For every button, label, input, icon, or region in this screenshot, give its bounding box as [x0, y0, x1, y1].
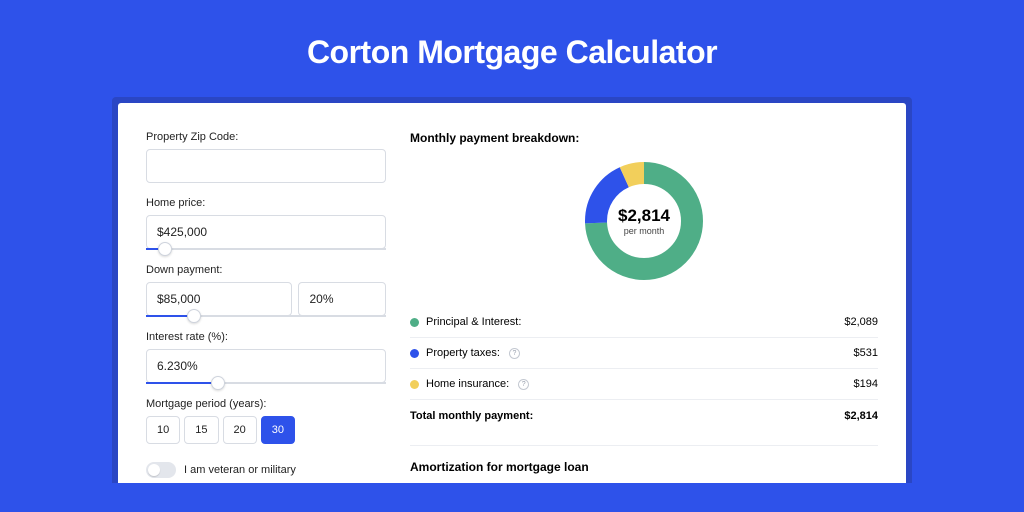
veteran-toggle[interactable] — [146, 462, 176, 478]
legend-label: Principal & Interest: — [426, 316, 521, 328]
home-price-slider[interactable] — [146, 248, 386, 250]
period-field: Mortgage period (years): 10152030 — [146, 398, 386, 444]
down-payment-pct-input[interactable] — [298, 282, 386, 316]
zip-label: Property Zip Code: — [146, 131, 386, 143]
period-options: 10152030 — [146, 416, 386, 444]
donut-center-value: $2,814 — [618, 206, 670, 226]
slider-thumb[interactable] — [158, 242, 172, 256]
breakdown-title: Monthly payment breakdown: — [410, 131, 878, 145]
total-row: Total monthly payment: $2,814 — [410, 399, 878, 431]
home-price-field: Home price: — [146, 197, 386, 250]
down-payment-slider[interactable] — [146, 315, 386, 317]
slider-thumb[interactable] — [211, 376, 225, 390]
rate-slider[interactable] — [146, 382, 386, 384]
info-icon[interactable]: ? — [509, 348, 520, 359]
donut-chart: $2,814 per month — [584, 161, 704, 281]
home-price-input[interactable] — [146, 215, 386, 249]
legend-amount: $194 — [854, 378, 878, 390]
breakdown-column: Monthly payment breakdown: $2,814 per mo… — [410, 131, 878, 483]
amortization-title: Amortization for mortgage loan — [410, 460, 878, 474]
zip-input[interactable] — [146, 149, 386, 183]
total-label: Total monthly payment: — [410, 410, 533, 422]
rate-field: Interest rate (%): — [146, 331, 386, 384]
amortization-section: Amortization for mortgage loan Amortizat… — [410, 445, 878, 483]
legend-row: Principal & Interest: $2,089 — [410, 307, 878, 338]
legend-row: Home insurance:? $194 — [410, 369, 878, 399]
rate-label: Interest rate (%): — [146, 331, 386, 343]
page-title: Corton Mortgage Calculator — [0, 34, 1024, 71]
period-option-10[interactable]: 10 — [146, 416, 180, 444]
calculator-panel: Property Zip Code: Home price: Down paym… — [118, 103, 906, 483]
legend-row: Property taxes:? $531 — [410, 338, 878, 369]
period-option-20[interactable]: 20 — [223, 416, 257, 444]
legend: Principal & Interest: $2,089 Property taxe… — [410, 307, 878, 399]
slider-thumb[interactable] — [187, 309, 201, 323]
period-option-30[interactable]: 30 — [261, 416, 295, 444]
veteran-row: I am veteran or military — [146, 462, 386, 478]
down-payment-label: Down payment: — [146, 264, 386, 276]
legend-amount: $531 — [854, 347, 878, 359]
info-icon[interactable]: ? — [518, 379, 529, 390]
legend-dot — [410, 349, 419, 358]
donut-center-sub: per month — [624, 226, 665, 236]
rate-input[interactable] — [146, 349, 386, 383]
calculator-panel-wrap: Property Zip Code: Home price: Down paym… — [112, 97, 912, 483]
form-column: Property Zip Code: Home price: Down paym… — [146, 131, 386, 483]
zip-field: Property Zip Code: — [146, 131, 386, 183]
veteran-label: I am veteran or military — [184, 464, 296, 476]
down-payment-field: Down payment: — [146, 264, 386, 317]
period-option-15[interactable]: 15 — [184, 416, 218, 444]
legend-dot — [410, 380, 419, 389]
donut-chart-wrap: $2,814 per month — [410, 157, 878, 291]
legend-dot — [410, 318, 419, 327]
down-payment-input[interactable] — [146, 282, 292, 316]
slider-fill — [146, 382, 218, 384]
home-price-label: Home price: — [146, 197, 386, 209]
total-amount: $2,814 — [844, 410, 878, 422]
legend-label: Home insurance: — [426, 378, 509, 390]
legend-amount: $2,089 — [844, 316, 878, 328]
legend-label: Property taxes: — [426, 347, 500, 359]
period-label: Mortgage period (years): — [146, 398, 386, 410]
